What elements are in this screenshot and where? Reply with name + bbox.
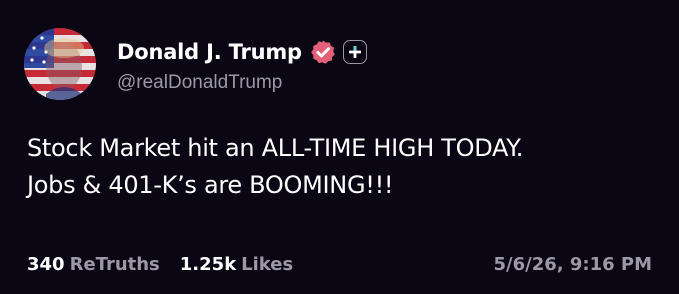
- post-text-line: Jobs & 401-K’s are BOOMING!!!: [27, 171, 394, 199]
- likes-stat[interactable]: 1.25k Likes: [180, 254, 293, 275]
- retruths-stat[interactable]: 340 ReTruths: [27, 254, 160, 275]
- post-footer: 340 ReTruths 1.25k Likes 5/6/26, 9:16 PM: [27, 250, 652, 278]
- display-name[interactable]: Donald J. Trump: [117, 40, 302, 64]
- follow-button[interactable]: [342, 40, 367, 64]
- verified-badge-icon: [310, 39, 336, 65]
- likes-count: 1.25k: [179, 253, 237, 275]
- post-text-line: Stock Market hit an ALL-TIME HIGH TODAY.: [27, 134, 524, 162]
- name-row: Donald J. Trump: [117, 36, 657, 68]
- user-handle[interactable]: @realDonaldTrump: [117, 72, 657, 94]
- post-body: Stock Market hit an ALL-TIME HIGH TODAY.…: [27, 130, 667, 204]
- retruths-count: 340: [27, 253, 65, 275]
- retruths-label: ReTruths: [69, 253, 160, 275]
- post-timestamp[interactable]: 5/6/26, 9:16 PM: [494, 254, 653, 275]
- likes-label: Likes: [241, 253, 294, 275]
- truth-post: Donald J. Trump @realDonaldTrump Stock M…: [0, 0, 679, 294]
- plus-icon: [348, 46, 361, 58]
- flag-portrait-avatar-icon: [24, 28, 96, 100]
- avatar[interactable]: [24, 28, 96, 100]
- post-header: Donald J. Trump @realDonaldTrump: [117, 36, 657, 108]
